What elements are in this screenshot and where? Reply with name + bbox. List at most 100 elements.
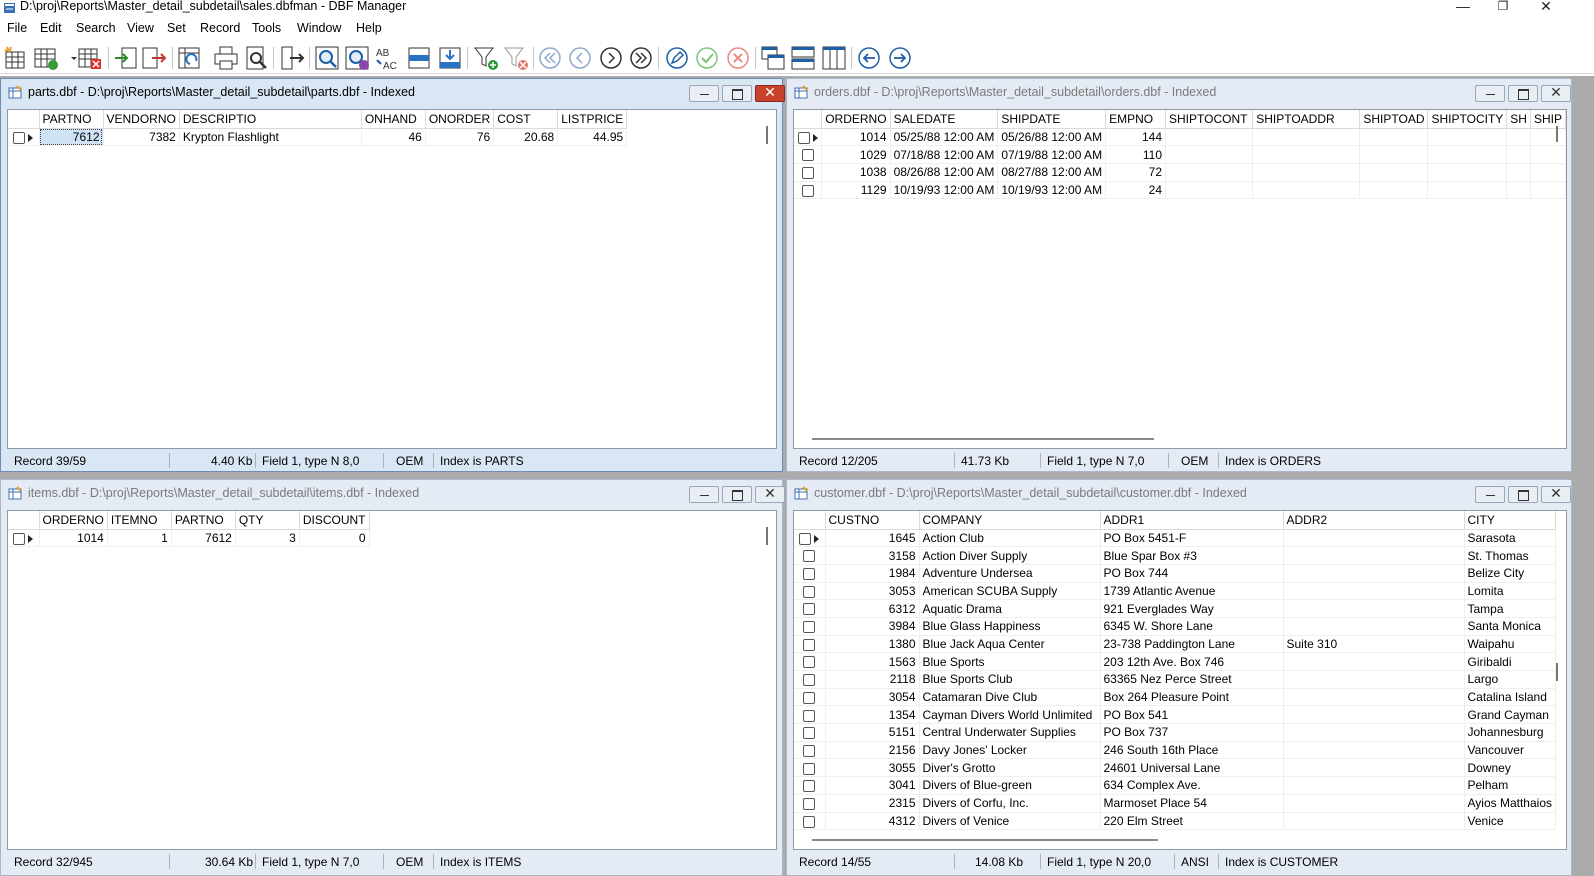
row-selector[interactable] [8, 128, 40, 147]
column-header[interactable]: SHIP [1530, 110, 1566, 129]
cascade-windows-icon[interactable] [759, 44, 787, 72]
table-cell[interactable] [1427, 145, 1508, 164]
prior-record-icon[interactable] [566, 44, 594, 72]
menu-tools[interactable]: Tools [252, 21, 281, 35]
delete-table-icon[interactable] [76, 44, 104, 72]
first-record-icon[interactable] [536, 44, 564, 72]
row-selector[interactable] [794, 617, 826, 636]
print-preview-icon[interactable] [242, 44, 270, 72]
vertical-scrollbar[interactable] [1556, 126, 1558, 142]
table-cell[interactable] [1283, 758, 1465, 778]
table-cell[interactable] [1283, 812, 1465, 831]
table-cell[interactable]: 3984 [825, 617, 920, 636]
table-row[interactable]: 3158 Action Diver Supply Blue Spar Box #3 S… [794, 546, 1556, 565]
table-row[interactable]: 1645 Action Club PO Box 5451-F Sarasota [794, 529, 1556, 548]
row-checkbox[interactable] [803, 797, 816, 810]
orders-minimize-button[interactable] [1475, 85, 1505, 102]
menu-search[interactable]: Search [76, 21, 116, 35]
vertical-scrollbar[interactable] [766, 527, 768, 545]
row-checkbox[interactable] [801, 149, 814, 162]
column-header[interactable]: QTY [235, 511, 300, 530]
menu-record[interactable]: Record [200, 21, 240, 35]
column-header[interactable]: PARTNO [171, 511, 236, 530]
table-cell[interactable]: 4312 [825, 812, 920, 831]
table-row[interactable]: 6312 Aquatic Drama 921 Everglades Way Tampa [794, 599, 1556, 618]
items-minimize-button[interactable] [689, 486, 719, 503]
row-selector[interactable] [794, 163, 823, 182]
next-record-icon[interactable] [597, 44, 625, 72]
column-header[interactable]: VENDORNO [103, 110, 180, 129]
table-cell[interactable]: 1029 [821, 145, 891, 164]
table-cell[interactable]: Diver's Grotto [919, 758, 1101, 778]
column-header[interactable]: SHIPTOCONT [1165, 110, 1254, 129]
table-cell[interactable] [1359, 181, 1429, 200]
table-cell[interactable]: 1014 [821, 128, 891, 147]
table-cell[interactable]: American SCUBA Supply [919, 582, 1101, 601]
row-checkbox[interactable] [803, 780, 816, 793]
items-close-button[interactable]: ✕ [755, 485, 785, 503]
table-cell[interactable]: Vancouver [1464, 741, 1556, 760]
table-cell[interactable] [1252, 128, 1361, 147]
table-cell[interactable]: Giribaldi [1464, 652, 1556, 671]
column-header[interactable]: DESCRIPTIO [179, 110, 362, 129]
column-header[interactable]: SHIPTOCITY [1427, 110, 1508, 129]
table-cell[interactable]: Blue Sports [919, 652, 1101, 671]
table-cell[interactable] [1359, 163, 1429, 182]
table-cell[interactable] [1283, 599, 1465, 618]
table-cell[interactable] [1283, 546, 1465, 565]
exit-icon[interactable] [278, 44, 306, 72]
table-cell[interactable] [1283, 705, 1465, 725]
table-row[interactable]: 3053 American SCUBA Supply 1739 Atlantic A… [794, 582, 1556, 601]
column-header[interactable]: PARTNO [39, 110, 104, 129]
table-row[interactable]: 2315 Divers of Corfu, Inc. Marmoset Place … [794, 794, 1556, 813]
table-cell[interactable]: PO Box 744 [1100, 564, 1284, 583]
table-cell[interactable]: 1038 [821, 163, 891, 182]
table-cell[interactable] [1165, 181, 1254, 200]
table-row[interactable]: 2156 Davy Jones' Locker 246 South 16th Pla… [794, 741, 1556, 760]
row-checkbox[interactable] [801, 184, 814, 197]
table-cell[interactable] [1427, 163, 1508, 182]
table-cell[interactable]: Johannesburg [1464, 723, 1556, 742]
table-cell[interactable]: PO Box 5451-F [1100, 529, 1284, 548]
export-icon[interactable] [140, 44, 168, 72]
parts-minimize-button[interactable] [689, 85, 719, 102]
table-cell[interactable]: 7382 [103, 128, 180, 147]
table-cell[interactable]: 203 12th Ave. Box 746 [1100, 652, 1284, 671]
table-cell[interactable]: Sarasota [1464, 529, 1556, 548]
table-cell[interactable]: 20.68 [493, 128, 559, 147]
table-cell[interactable]: Cayman Divers World Unlimited [919, 705, 1101, 725]
row-checkbox[interactable] [13, 532, 26, 545]
parts-grid[interactable]: PARTNO VENDORNO DESCRIPTIO ONHAND ONORDE… [7, 109, 777, 449]
menu-view[interactable]: View [127, 21, 154, 35]
table-cell[interactable]: 63365 Nez Perce Street [1100, 670, 1284, 689]
table-cell[interactable] [1283, 652, 1465, 671]
table-cell[interactable]: Lomita [1464, 582, 1556, 601]
column-header[interactable]: ONORDER [425, 110, 495, 129]
row-checkbox[interactable] [803, 568, 816, 581]
table-cell[interactable] [1165, 145, 1254, 164]
row-selector[interactable] [794, 529, 826, 548]
table-row[interactable]: 5151 Central Underwater Supplies PO Box 73… [794, 723, 1556, 742]
table-cell[interactable] [1252, 163, 1361, 182]
table-row[interactable]: 1014 05/25/88 12:00 AM 05/26/88 12:00 AM… [794, 128, 1566, 147]
table-cell[interactable]: Blue Spar Box #3 [1100, 546, 1284, 565]
row-selector[interactable] [794, 652, 826, 671]
row-selector[interactable] [794, 145, 823, 164]
column-header[interactable]: SH [1506, 110, 1531, 129]
table-row[interactable]: 7612 7382 Krypton Flashlight 46 76 20.68… [8, 128, 628, 147]
table-cell[interactable]: Belize City [1464, 564, 1556, 583]
row-selector[interactable] [794, 723, 826, 742]
table-cell[interactable]: 1739 Atlantic Avenue [1100, 582, 1284, 601]
table-cell[interactable]: Aquatic Drama [919, 599, 1101, 618]
table-cell[interactable]: 23-738 Paddington Lane [1100, 635, 1284, 654]
append-icon[interactable] [436, 44, 464, 72]
table-cell[interactable]: Davy Jones' Locker [919, 741, 1101, 760]
new-table-icon[interactable] [2, 44, 30, 72]
table-cell[interactable] [1283, 723, 1465, 742]
table-cell[interactable]: St. Thomas [1464, 546, 1556, 565]
horizontal-scrollbar[interactable] [812, 438, 1154, 440]
table-cell[interactable]: Waipahu [1464, 635, 1556, 654]
column-header[interactable]: ORDERNO [39, 511, 108, 530]
table-row[interactable]: 1984 Adventure Undersea PO Box 744 Belize C… [794, 564, 1556, 583]
parts-window-titlebar[interactable]: parts.dbf - D:\proj\Reports\Master_detai… [1, 79, 785, 105]
